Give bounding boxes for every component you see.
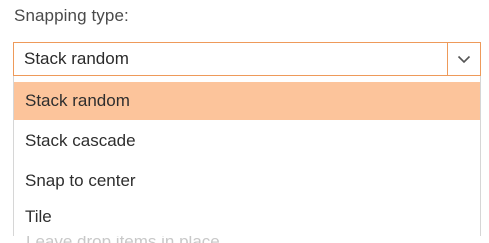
option-stack-cascade[interactable]: Stack cascade — [14, 122, 480, 160]
snapping-type-label: Snapping type: — [14, 6, 129, 25]
chevron-down-icon[interactable] — [447, 43, 480, 75]
snapping-type-dropdown: Stack random Stack cascade Snap to cente… — [13, 76, 481, 236]
snapping-type-select[interactable]: Stack random — [13, 42, 481, 76]
snapping-type-panel: Snapping type: Stack random Leave drop i… — [0, 0, 489, 243]
select-current-value: Stack random — [24, 49, 129, 68]
option-stack-random[interactable]: Stack random — [14, 82, 480, 120]
option-tile[interactable]: Tile — [14, 198, 480, 236]
option-snap-to-center[interactable]: Snap to center — [14, 162, 480, 200]
